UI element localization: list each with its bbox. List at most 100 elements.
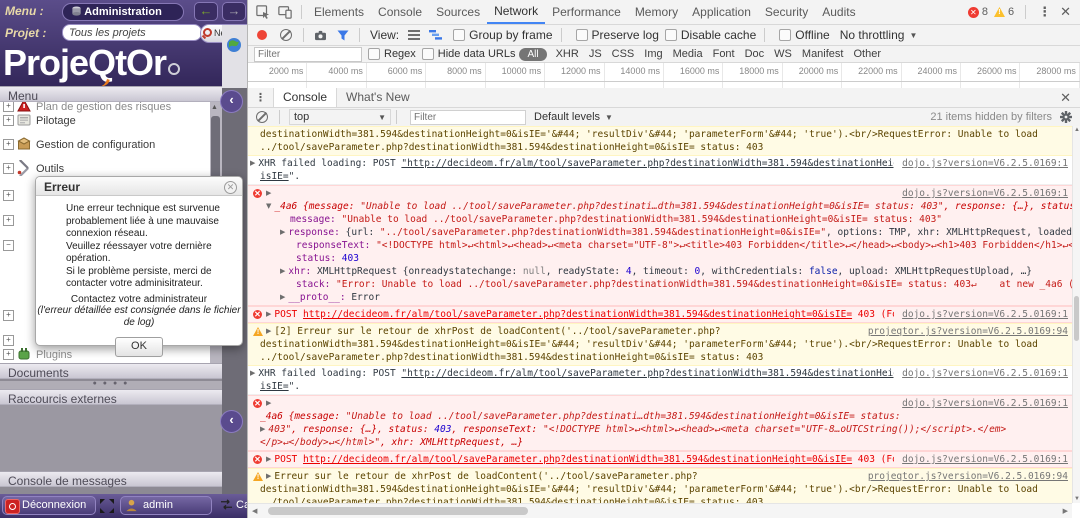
error-count-icon[interactable]: ✕	[968, 7, 979, 18]
request-rows-view-icon[interactable]	[408, 30, 420, 40]
tab-memory[interactable]: Memory	[628, 1, 685, 24]
source-link[interactable]: dojo.js?version=V6.2.5.0169:1	[894, 397, 1072, 410]
regex-label[interactable]: Regex	[384, 48, 416, 60]
throttling-dropdown[interactable]: No throttling	[840, 28, 905, 42]
source-link[interactable]: projeqtor.js?version=V6.2.5.0169:94	[860, 470, 1072, 483]
menu-expand-box[interactable]: +	[3, 310, 14, 321]
filter-type-other[interactable]: Other	[848, 48, 886, 60]
scroll-up-icon[interactable]: ▲	[211, 104, 218, 111]
regex-checkbox[interactable]	[368, 48, 380, 60]
expand-caret[interactable]: ▶	[266, 325, 271, 338]
group-by-frame-checkbox[interactable]	[453, 29, 465, 41]
console-horizontal-scrollbar[interactable]: ◀ ▶	[248, 503, 1072, 518]
screenshot-camera-icon[interactable]	[314, 30, 327, 41]
overview-waterfall-icon[interactable]	[429, 30, 442, 40]
console-vertical-scrollbar[interactable]: ▲ ▼	[1072, 126, 1080, 503]
drawer-tab-what-s-new[interactable]: What's New	[337, 88, 419, 107]
source-link[interactable]: dojo.js?version=V6.2.5.0169:1	[894, 157, 1072, 170]
tab-performance[interactable]: Performance	[545, 1, 628, 24]
ok-button[interactable]: OK	[115, 337, 163, 357]
context-selector[interactable]: top ▼	[289, 109, 391, 125]
collapse-panel-button-top[interactable]: ‹	[220, 90, 243, 113]
devtools-close-icon[interactable]: ✕	[1058, 4, 1080, 20]
filter-type-js[interactable]: JS	[584, 48, 607, 60]
levels-dropdown[interactable]: Default levels	[534, 111, 600, 123]
logout-button[interactable]: Déconnexion	[2, 496, 96, 515]
filter-type-font[interactable]: Font	[708, 48, 740, 60]
expand-caret[interactable]: ▶	[266, 470, 271, 483]
expand-caret[interactable]: ▶	[266, 187, 271, 200]
tab-sources[interactable]: Sources	[429, 1, 487, 24]
filter-type-media[interactable]: Media	[668, 48, 708, 60]
disable-cache-checkbox[interactable]	[665, 29, 677, 41]
filter-icon[interactable]	[337, 30, 349, 41]
expand-arrows-icon[interactable]	[99, 498, 115, 514]
devtools-menu-icon[interactable]: ⋮	[1031, 4, 1058, 20]
menu-expand-box[interactable]: −	[3, 240, 14, 251]
drawer-tab-console[interactable]: Console	[273, 88, 337, 107]
clear-network-icon[interactable]	[280, 29, 292, 41]
menu-section-header[interactable]: Menu	[0, 86, 222, 102]
dialog-close-icon[interactable]: ✕	[224, 181, 237, 194]
collapse-panel-button-bottom[interactable]: ‹	[220, 410, 243, 433]
filter-type-manifest[interactable]: Manifest	[797, 48, 849, 60]
tab-network[interactable]: Network	[487, 1, 545, 24]
warning-count[interactable]: 6	[1008, 6, 1014, 18]
expand-caret[interactable]: ▶	[266, 308, 271, 321]
device-toolbar-icon[interactable]	[278, 5, 292, 19]
filter-type-all[interactable]: All	[519, 48, 546, 61]
hide-data-urls-label[interactable]: Hide data URLs	[438, 48, 516, 60]
filter-type-css[interactable]: CSS	[607, 48, 640, 60]
offline-label[interactable]: Offline	[795, 28, 829, 42]
section-console-messages[interactable]: Console de messages	[0, 471, 222, 487]
source-link[interactable]: dojo.js?version=V6.2.5.0169:1	[894, 453, 1072, 466]
expand-caret[interactable]: ▶	[280, 291, 285, 304]
inspect-element-icon[interactable]	[256, 5, 270, 19]
filter-type-xhr[interactable]: XHR	[551, 48, 584, 60]
filter-type-doc[interactable]: Doc	[740, 48, 770, 60]
menu-item-pilotage[interactable]: + Pilotage	[0, 110, 212, 132]
switch-icon[interactable]	[220, 499, 233, 510]
expand-caret[interactable]: ▶	[280, 265, 285, 278]
back-button[interactable]: ←	[194, 2, 218, 21]
source-link[interactable]: projeqtor.js?version=V6.2.5.0169:94	[860, 325, 1072, 338]
section-raccourcis-externes[interactable]: Raccourcis externes	[0, 389, 222, 405]
menu-item-gestion-configuration[interactable]: + Gestion de configuration	[0, 134, 212, 156]
filter-type-ws[interactable]: WS	[769, 48, 797, 60]
menu-expand-box[interactable]: +	[3, 215, 14, 226]
tab-console[interactable]: Console	[371, 1, 429, 24]
tab-security[interactable]: Security	[758, 1, 815, 24]
offline-checkbox[interactable]	[779, 29, 791, 41]
more-button-label[interactable]: Cac	[236, 499, 247, 511]
hide-data-urls-checkbox[interactable]	[422, 48, 434, 60]
console-filter-input[interactable]	[410, 110, 526, 125]
throttling-dropdown-arrow[interactable]: ▼	[909, 31, 917, 40]
user-button[interactable]: admin	[120, 496, 212, 515]
section-documents[interactable]: Documents	[0, 363, 222, 379]
tab-elements[interactable]: Elements	[307, 1, 371, 24]
console-settings-gear-icon[interactable]	[1060, 111, 1072, 123]
expand-caret[interactable]: ▶	[266, 397, 271, 410]
tab-audits[interactable]: Audits	[815, 1, 862, 24]
levels-dropdown-arrow[interactable]: ▼	[605, 113, 613, 122]
clear-console-icon[interactable]	[256, 111, 268, 123]
preserve-log-checkbox[interactable]	[576, 29, 588, 41]
expand-caret[interactable]: ▶	[266, 453, 271, 466]
tab-application[interactable]: Application	[685, 1, 758, 24]
expand-caret[interactable]: ▶	[260, 423, 265, 436]
filter-type-img[interactable]: Img	[639, 48, 667, 60]
warning-count-icon[interactable]: !	[994, 7, 1005, 17]
project-input[interactable]	[62, 24, 202, 41]
menu-item-plugins[interactable]: + Plugins	[0, 344, 212, 363]
drawer-menu-icon[interactable]: ⋮	[248, 91, 273, 104]
menu-dropdown[interactable]: Administration	[62, 3, 184, 21]
error-count[interactable]: 8	[982, 6, 988, 18]
menu-expand-box[interactable]: +	[3, 335, 14, 346]
preserve-log-label[interactable]: Preserve log	[592, 28, 659, 42]
expand-caret[interactable]: ▶	[280, 226, 285, 239]
forward-button[interactable]: →	[222, 2, 246, 21]
record-button[interactable]	[257, 30, 267, 40]
expand-caret[interactable]: ▶	[250, 157, 255, 170]
source-link[interactable]: dojo.js?version=V6.2.5.0169:1	[894, 187, 1072, 200]
drawer-close-icon[interactable]: ✕	[1058, 90, 1080, 106]
